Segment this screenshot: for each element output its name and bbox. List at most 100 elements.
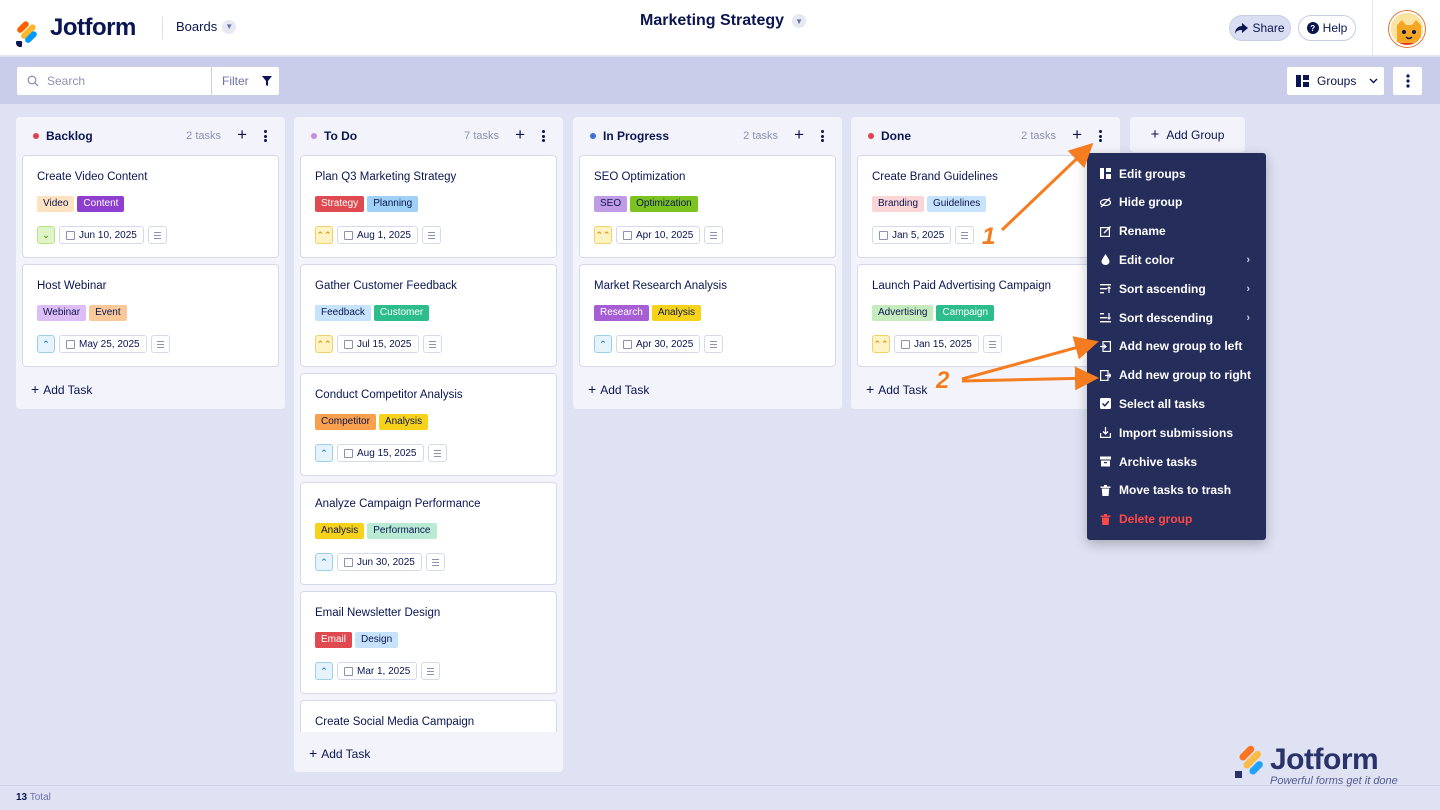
add-task-button[interactable]: + Add Task xyxy=(309,745,370,761)
boards-dropdown[interactable]: Boards ▼ xyxy=(176,19,237,34)
add-task-button[interactable]: + Add Task xyxy=(866,381,927,397)
menu-item-label: Add new group to left xyxy=(1119,339,1243,354)
menu-item-add-new-group-to-left[interactable]: Add new group to left xyxy=(1087,332,1266,361)
menu-item-sort-ascending[interactable]: Sort ascending › xyxy=(1087,274,1266,303)
due-date-chip[interactable]: Jan 15, 2025 xyxy=(894,335,979,353)
search-box[interactable] xyxy=(16,66,212,96)
menu-item-hide-group[interactable]: Hide group xyxy=(1087,188,1266,217)
due-date-chip[interactable]: Aug 1, 2025 xyxy=(337,226,418,244)
due-date-chip[interactable]: Jun 10, 2025 xyxy=(59,226,144,244)
priority-high-icon[interactable]: ⌃⌃ xyxy=(315,226,333,244)
task-title: Email Newsletter Design xyxy=(315,607,441,619)
menu-item-edit-color[interactable]: Edit color › xyxy=(1087,245,1266,274)
priority-high-icon[interactable]: ⌃⌃ xyxy=(315,335,333,353)
due-date-chip[interactable]: Jul 15, 2025 xyxy=(337,335,419,353)
priority-medium-icon[interactable]: ⌃ xyxy=(315,662,333,680)
group-title[interactable]: Backlog xyxy=(46,129,93,143)
group-title[interactable]: To Do xyxy=(324,129,357,143)
menu-item-move-tasks-to-trash[interactable]: Move tasks to trash xyxy=(1087,476,1266,505)
add-group-label: Add Group xyxy=(1166,127,1225,142)
task-card[interactable]: Gather Customer Feedback Feedback Custome… xyxy=(300,264,557,367)
total-count: 13 xyxy=(16,792,28,803)
group-kebab-menu-icon[interactable] xyxy=(1099,130,1103,142)
add-task-button[interactable]: + Add Task xyxy=(588,381,649,397)
add-task-plus-icon[interactable]: + xyxy=(1072,125,1082,145)
due-date: Apr 10, 2025 xyxy=(636,229,694,241)
search-input[interactable] xyxy=(47,74,197,88)
description-icon[interactable] xyxy=(704,335,724,353)
menu-item-edit-groups[interactable]: Edit groups xyxy=(1087,159,1266,188)
priority-low-icon[interactable]: ⌄ xyxy=(37,226,55,244)
priority-high-icon[interactable]: ⌃⌃ xyxy=(872,335,890,353)
task-card[interactable]: Launch Paid Advertising Campaign Adverti… xyxy=(857,264,1114,367)
task-card[interactable]: Market Research Analysis Research Analysi… xyxy=(579,264,836,367)
description-icon[interactable] xyxy=(425,553,445,571)
menu-item-import-submissions[interactable]: Import submissions xyxy=(1087,418,1266,447)
group-title[interactable]: In Progress xyxy=(603,129,669,143)
filter-button[interactable]: Filter xyxy=(211,66,280,96)
group-kebab-menu-icon[interactable] xyxy=(264,130,268,142)
priority-medium-icon[interactable]: ⌃ xyxy=(594,335,612,353)
due-date-chip[interactable]: Apr 10, 2025 xyxy=(616,226,701,244)
due-date-chip[interactable]: Jun 30, 2025 xyxy=(337,553,422,571)
menu-item-add-new-group-to-right[interactable]: Add new group to right xyxy=(1087,361,1266,390)
priority-medium-icon[interactable]: ⌃ xyxy=(315,444,333,462)
task-card[interactable]: Create Video Content Video Content ⌄ Jun … xyxy=(22,155,279,258)
tag-badge: Branding xyxy=(872,196,925,212)
description-icon[interactable] xyxy=(427,444,447,462)
share-button[interactable]: Share xyxy=(1229,15,1291,41)
due-date-chip[interactable]: May 25, 2025 xyxy=(59,335,147,353)
description-icon[interactable] xyxy=(704,226,724,244)
description-icon[interactable] xyxy=(422,335,442,353)
task-card[interactable]: Plan Q3 Marketing Strategy Strategy Plann… xyxy=(300,155,557,258)
card-meta: ⌃⌃ Apr 10, 2025 xyxy=(594,226,724,244)
description-icon[interactable] xyxy=(421,662,441,680)
task-count: 7 tasks xyxy=(464,130,499,142)
task-card[interactable]: Conduct Competitor Analysis Competitor An… xyxy=(300,373,557,476)
due-date-chip[interactable]: Mar 1, 2025 xyxy=(337,662,418,680)
groups-dropdown[interactable]: Groups xyxy=(1286,66,1385,96)
task-title: Conduct Competitor Analysis xyxy=(315,389,463,401)
add-task-button[interactable]: + Add Task xyxy=(31,381,92,397)
help-button[interactable]: ? Help xyxy=(1298,15,1356,41)
description-icon[interactable] xyxy=(421,226,441,244)
jotform-logo[interactable]: Jotform xyxy=(15,13,136,47)
add-task-plus-icon[interactable]: + xyxy=(794,125,804,145)
group-kebab-menu-icon[interactable] xyxy=(821,130,825,142)
priority-medium-icon[interactable]: ⌃ xyxy=(37,335,55,353)
description-icon[interactable] xyxy=(955,226,975,244)
menu-item-sort-descending[interactable]: Sort descending › xyxy=(1087,303,1266,332)
menu-item-label: Import submissions xyxy=(1119,425,1234,440)
add-task-plus-icon[interactable]: + xyxy=(515,125,525,145)
description-icon[interactable] xyxy=(982,335,1002,353)
menu-item-delete-group[interactable]: Delete group xyxy=(1087,505,1266,534)
task-card[interactable]: Host Webinar Webinar Event ⌃ May 25, 2025 xyxy=(22,264,279,367)
avatar[interactable] xyxy=(1389,11,1425,47)
board-more-button[interactable] xyxy=(1392,66,1423,96)
annotation-step-1: 1 xyxy=(982,223,996,250)
description-icon[interactable] xyxy=(150,335,170,353)
menu-item-rename[interactable]: Rename xyxy=(1087,217,1266,246)
due-date-chip[interactable]: Apr 30, 2025 xyxy=(616,335,701,353)
total-label: Total xyxy=(29,792,51,803)
due-date: Jun 10, 2025 xyxy=(79,229,137,241)
due-date-chip[interactable]: Aug 15, 2025 xyxy=(337,444,424,462)
calendar-icon xyxy=(66,230,75,240)
board-title-dropdown[interactable]: Marketing Strategy ▼ xyxy=(640,12,807,30)
group-kebab-menu-icon[interactable] xyxy=(542,130,546,142)
menu-item-label: Rename xyxy=(1119,224,1166,239)
task-card[interactable]: Email Newsletter Design Email Design ⌃ Ma… xyxy=(300,591,557,694)
group-title[interactable]: Done xyxy=(881,129,911,143)
menu-item-select-all-tasks[interactable]: Select all tasks xyxy=(1087,389,1266,418)
sort-descending-icon xyxy=(1100,312,1111,323)
menu-item-archive-tasks[interactable]: Archive tasks xyxy=(1087,447,1266,476)
due-date-chip[interactable]: Jan 5, 2025 xyxy=(872,226,952,244)
task-card[interactable]: SEO Optimization SEO Optimization ⌃⌃ Apr … xyxy=(579,155,836,258)
description-icon[interactable] xyxy=(147,226,167,244)
priority-medium-icon[interactable]: ⌃ xyxy=(315,553,333,571)
task-card[interactable]: Analyze Campaign Performance Analysis Per… xyxy=(300,482,557,585)
priority-high-icon[interactable]: ⌃⌃ xyxy=(594,226,612,244)
add-group-button[interactable]: + Add Group xyxy=(1130,117,1245,152)
card-meta: ⌃ Aug 15, 2025 xyxy=(315,444,447,462)
add-task-plus-icon[interactable]: + xyxy=(237,125,247,145)
